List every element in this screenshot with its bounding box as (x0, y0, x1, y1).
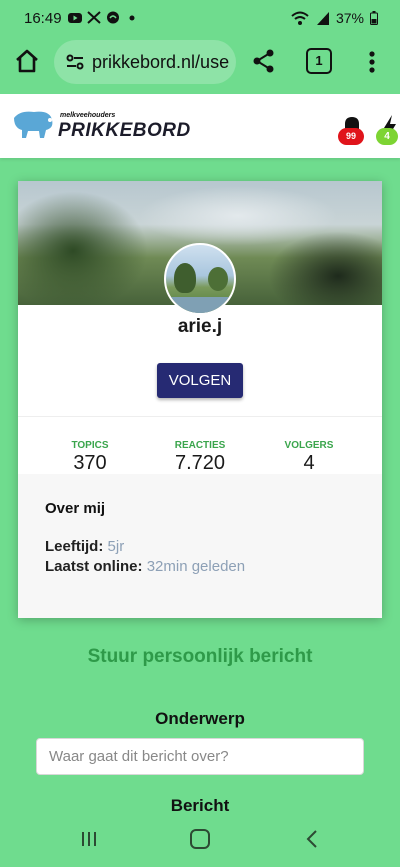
age-label: Leeftijd: (45, 538, 104, 555)
system-icons: 37% (290, 10, 378, 26)
home-nav-icon[interactable] (190, 829, 210, 849)
about-section: Over mij Leeftijd: 5jr Laatst online: 32… (18, 474, 382, 618)
brand-name: PRIKKEBORD (58, 120, 191, 141)
status-bar: 16:49 37% (0, 0, 400, 36)
home-icon[interactable] (12, 46, 42, 76)
age-row: Leeftijd: 5jr (45, 538, 124, 555)
alerts-badge[interactable]: 4 (376, 128, 398, 145)
cow-logo-icon (14, 111, 53, 138)
last-online-value: 32min geleden (146, 558, 246, 575)
battery-icon (370, 11, 378, 25)
back-icon[interactable] (305, 829, 319, 849)
stat-label: REACTIES (174, 440, 226, 451)
stat-value: 370 (73, 452, 107, 474)
stat-value: 7.720 (174, 452, 226, 474)
youtube-icon (68, 13, 82, 23)
system-nav-bar (0, 820, 400, 867)
message-label: Bericht (170, 796, 230, 815)
follow-button[interactable]: VOLGEN (157, 363, 243, 398)
stat-topics[interactable]: TOPICS 370 (30, 440, 150, 475)
stat-reacties[interactable]: REACTIES 7.720 (140, 440, 260, 475)
more-options-icon[interactable] (362, 48, 382, 76)
stat-label: TOPICS (71, 440, 109, 451)
stat-volgers[interactable]: VOLGERS 4 (249, 440, 369, 475)
notification-icons (68, 11, 139, 24)
url-text: prikkebord.nl/use (92, 51, 230, 72)
about-title: Over mij (45, 500, 106, 517)
profile-username: arie.j (177, 316, 223, 337)
dot-icon (129, 15, 135, 21)
x-icon (87, 11, 101, 24)
site-settings-icon[interactable] (64, 51, 86, 73)
wifi-icon (291, 11, 309, 25)
stat-label: VOLGERS (284, 440, 334, 451)
private-message-title: Stuur persoonlijk bericht (87, 646, 313, 667)
recents-icon[interactable] (80, 830, 98, 848)
subject-label: Onderwerp (155, 709, 245, 728)
address-bar[interactable]: prikkebord.nl/use (54, 40, 236, 84)
battery-percent: 37% (335, 10, 364, 26)
site-header: melkveehouders PRIKKEBORD (0, 94, 400, 158)
stat-value: 4 (303, 452, 315, 474)
last-online-row: Laatst online: 32min geleden (45, 558, 245, 575)
brand-tagline: melkveehouders (60, 112, 116, 119)
divider (18, 416, 382, 417)
share-icon[interactable] (250, 47, 278, 75)
age-value: 5jr (107, 538, 125, 555)
status-time: 16:49 (24, 10, 62, 27)
tab-switcher-button[interactable]: 1 (306, 48, 332, 74)
app-icon (107, 11, 119, 24)
browser-toolbar: prikkebord.nl/use 1 (0, 36, 400, 88)
signal-icon (316, 11, 329, 25)
site-logo[interactable]: melkveehouders PRIKKEBORD (10, 104, 210, 144)
profile-card: arie.j VOLGEN TOPICS 370 REACTIES 7.720 … (18, 181, 382, 618)
subject-input[interactable] (36, 738, 364, 775)
notifications-badge[interactable]: 99 (338, 128, 364, 145)
last-online-label: Laatst online: (45, 558, 143, 575)
avatar[interactable] (164, 243, 236, 315)
